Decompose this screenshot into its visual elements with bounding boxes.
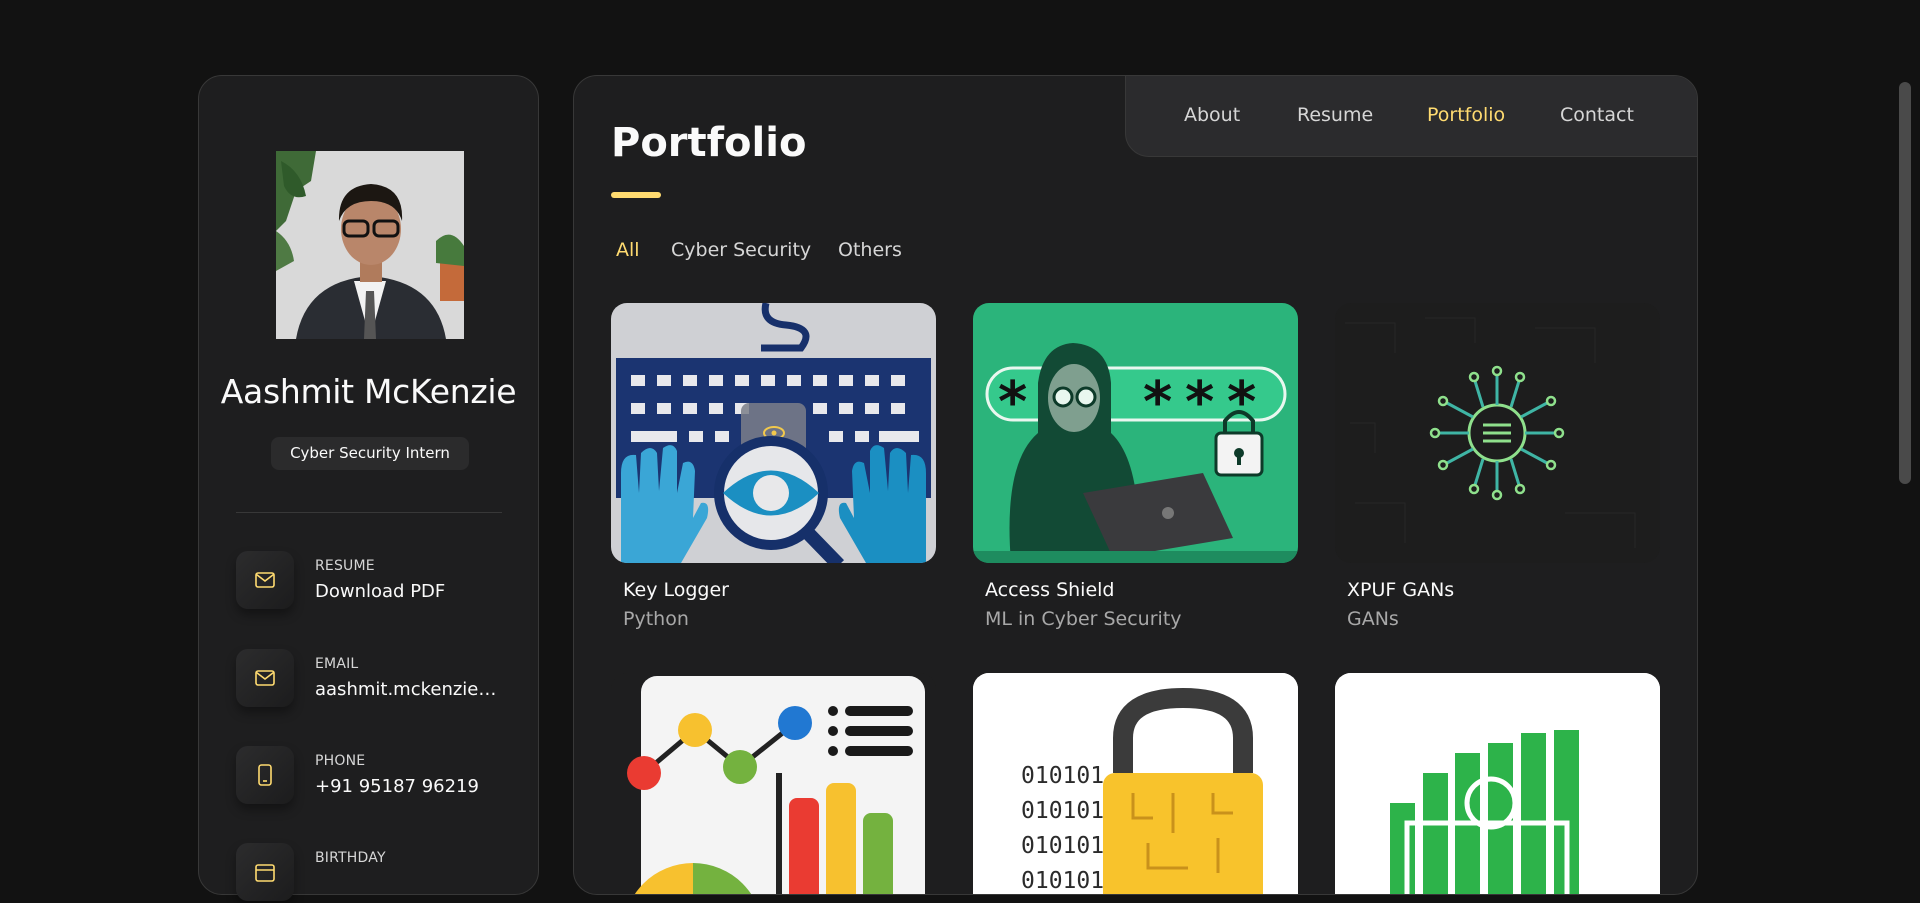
contact-label: Birthday xyxy=(315,850,386,866)
mail-icon xyxy=(236,649,294,707)
nav-resume[interactable]: Resume xyxy=(1297,104,1373,126)
filter-others[interactable]: Others xyxy=(838,239,902,261)
phone-link[interactable]: +91 95187 96219 xyxy=(315,776,479,797)
svg-text:010101: 010101 xyxy=(1021,868,1104,894)
contact-item-email[interactable]: Email aashmit.mckenzie@gmail.com xyxy=(236,649,516,709)
nav-portfolio[interactable]: Portfolio xyxy=(1427,104,1505,126)
contact-item-phone[interactable]: Phone +91 95187 96219 xyxy=(236,746,516,806)
filter-cyber-security[interactable]: Cyber Security xyxy=(671,239,811,261)
project-category: GANs xyxy=(1347,608,1399,630)
sidebar: Aashmit McKenzie Cyber Security Intern R… xyxy=(198,75,539,901)
filter-all[interactable]: All xyxy=(616,239,640,261)
svg-text:010101: 010101 xyxy=(1021,833,1104,859)
nav-about[interactable]: About xyxy=(1184,104,1240,126)
resume-download-link[interactable]: Download PDF xyxy=(315,581,445,602)
project-thumbnail: * * * * xyxy=(973,303,1298,563)
avatar xyxy=(276,151,464,339)
sidebar-separator xyxy=(236,512,502,513)
project-thumbnail: 010101 010101 010101 010101 xyxy=(973,673,1298,894)
page-title: Portfolio xyxy=(611,120,807,166)
contact-item-resume[interactable]: Resume Download PDF xyxy=(236,551,516,611)
svg-text:010101: 010101 xyxy=(1021,798,1104,824)
phone-icon xyxy=(236,746,294,804)
contact-label: Phone xyxy=(315,753,366,769)
main-panel: About Resume Portfolio Contact Portfolio… xyxy=(573,75,1698,895)
project-thumbnail xyxy=(1335,673,1660,894)
profile-name: Aashmit McKenzie xyxy=(220,372,517,411)
project-title: XPUF GANs xyxy=(1347,579,1455,601)
project-thumbnail xyxy=(611,673,936,894)
contact-item-birthday: Birthday xyxy=(236,843,516,903)
mail-icon xyxy=(236,551,294,609)
project-thumbnail xyxy=(611,303,936,563)
calendar-icon xyxy=(236,843,294,901)
contact-label: Email xyxy=(315,656,359,672)
project-thumbnail xyxy=(1335,303,1660,563)
svg-text:*: * xyxy=(1185,370,1214,435)
svg-text:*: * xyxy=(998,370,1027,435)
email-link[interactable]: aashmit.mckenzie@gmail.com xyxy=(315,679,500,700)
project-category: Python xyxy=(623,608,689,630)
project-category: ML in Cyber Security xyxy=(985,608,1182,630)
svg-text:*: * xyxy=(1143,370,1172,435)
contact-label: Resume xyxy=(315,558,375,574)
page-scrollbar-thumb[interactable] xyxy=(1899,82,1911,484)
navbar: About Resume Portfolio Contact xyxy=(1125,76,1697,157)
project-title: Access Shield xyxy=(985,579,1115,601)
nav-contact[interactable]: Contact xyxy=(1560,104,1634,126)
svg-text:010101: 010101 xyxy=(1021,763,1104,789)
project-title: Key Logger xyxy=(623,579,729,601)
profile-title-badge: Cyber Security Intern xyxy=(271,437,469,470)
title-underline xyxy=(611,192,661,198)
